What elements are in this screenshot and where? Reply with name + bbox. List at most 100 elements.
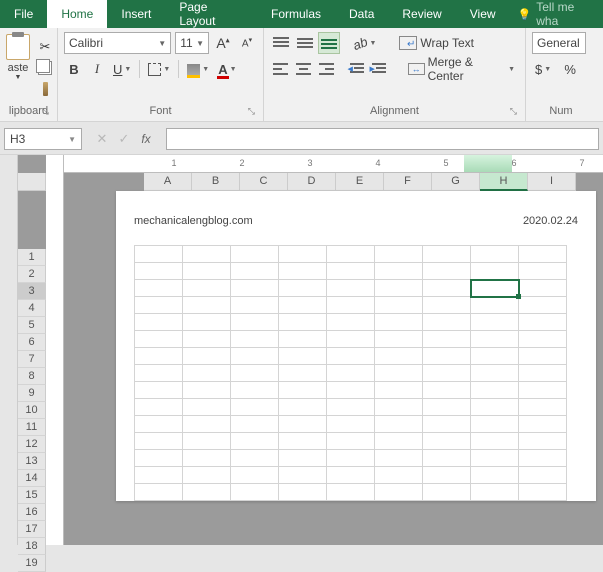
cut-button[interactable]: ✂	[34, 38, 56, 56]
cell[interactable]	[375, 399, 423, 416]
cell[interactable]	[135, 382, 183, 399]
cell-grid[interactable]	[134, 245, 567, 501]
cell[interactable]	[471, 365, 519, 382]
cell[interactable]	[423, 314, 471, 331]
cell[interactable]	[423, 484, 471, 501]
shrink-font-button[interactable]: A▾	[237, 32, 257, 54]
cell[interactable]	[327, 246, 375, 263]
cell[interactable]	[183, 484, 231, 501]
tab-insert[interactable]: Insert	[107, 0, 165, 28]
cell[interactable]	[135, 246, 183, 263]
cell[interactable]	[231, 348, 279, 365]
cell[interactable]	[327, 467, 375, 484]
row-header-4[interactable]: 4	[18, 300, 46, 317]
cell[interactable]	[519, 467, 567, 484]
align-top-button[interactable]	[270, 32, 292, 54]
cell[interactable]	[375, 484, 423, 501]
tell-me-search[interactable]: 💡 Tell me wha	[510, 0, 603, 28]
increase-indent-button[interactable]	[369, 58, 389, 80]
cell[interactable]	[231, 263, 279, 280]
cell[interactable]	[423, 365, 471, 382]
cell[interactable]	[135, 280, 183, 297]
cell[interactable]	[375, 246, 423, 263]
cell[interactable]	[423, 399, 471, 416]
cell[interactable]	[279, 348, 327, 365]
alignment-launcher[interactable]: ⤡	[510, 106, 517, 117]
cell[interactable]	[279, 382, 327, 399]
cell[interactable]	[375, 467, 423, 484]
tab-page-layout[interactable]: Page Layout	[165, 0, 257, 28]
formula-input[interactable]	[166, 128, 599, 150]
cell[interactable]	[183, 416, 231, 433]
align-bottom-button[interactable]	[318, 32, 340, 54]
row-header-8[interactable]: 8	[18, 368, 46, 385]
cell[interactable]	[183, 263, 231, 280]
cell[interactable]	[423, 382, 471, 399]
tab-view[interactable]: View	[456, 0, 510, 28]
cell[interactable]	[135, 365, 183, 382]
cell[interactable]	[519, 297, 567, 314]
font-launcher[interactable]: ⤡	[248, 106, 255, 117]
cell[interactable]	[471, 246, 519, 263]
font-size-combo[interactable]: 11 ▼	[175, 32, 209, 54]
cell[interactable]	[519, 331, 567, 348]
cell[interactable]	[423, 263, 471, 280]
align-middle-button[interactable]	[294, 32, 316, 54]
cell[interactable]	[471, 280, 519, 297]
cell[interactable]	[135, 484, 183, 501]
bold-button[interactable]: B	[64, 58, 84, 80]
cell[interactable]	[327, 433, 375, 450]
cell[interactable]	[327, 348, 375, 365]
cell[interactable]	[375, 280, 423, 297]
orientation-button[interactable]: ab▼	[350, 32, 379, 54]
cell[interactable]	[231, 297, 279, 314]
cell[interactable]	[135, 399, 183, 416]
copy-button[interactable]	[34, 59, 56, 77]
cell[interactable]	[423, 297, 471, 314]
column-header-g[interactable]: G	[432, 173, 480, 191]
cell[interactable]	[519, 450, 567, 467]
borders-button[interactable]: ▼	[145, 58, 173, 80]
cell[interactable]	[471, 399, 519, 416]
cell[interactable]	[183, 450, 231, 467]
row-header-18[interactable]: 18	[18, 538, 46, 555]
cell[interactable]	[471, 348, 519, 365]
cell[interactable]	[327, 365, 375, 382]
cell[interactable]	[231, 467, 279, 484]
cell[interactable]	[135, 297, 183, 314]
cell[interactable]	[423, 348, 471, 365]
cancel-formula-button[interactable]: ✕	[92, 128, 112, 150]
column-header-d[interactable]: D	[288, 173, 336, 191]
cell[interactable]	[279, 399, 327, 416]
column-header-a[interactable]: A	[144, 173, 192, 191]
select-all-button[interactable]	[18, 173, 46, 191]
cell[interactable]	[327, 416, 375, 433]
cell[interactable]	[279, 433, 327, 450]
cell[interactable]	[231, 365, 279, 382]
cell[interactable]	[519, 433, 567, 450]
row-header-15[interactable]: 15	[18, 487, 46, 504]
row-header-12[interactable]: 12	[18, 436, 46, 453]
cell[interactable]	[135, 433, 183, 450]
cell[interactable]	[471, 450, 519, 467]
tab-formulas[interactable]: Formulas	[257, 0, 335, 28]
font-color-button[interactable]: A▼	[215, 58, 239, 80]
row-header-1[interactable]: 1	[18, 249, 46, 266]
format-painter-button[interactable]	[34, 80, 56, 98]
cell[interactable]	[423, 450, 471, 467]
row-header-14[interactable]: 14	[18, 470, 46, 487]
fill-color-button[interactable]: ▼	[184, 58, 212, 80]
cell[interactable]	[231, 450, 279, 467]
cell[interactable]	[279, 416, 327, 433]
cell[interactable]	[183, 314, 231, 331]
align-right-button[interactable]	[316, 58, 337, 80]
cell[interactable]	[423, 416, 471, 433]
cell[interactable]	[519, 365, 567, 382]
insert-function-button[interactable]: fx	[136, 128, 156, 150]
cell[interactable]	[279, 263, 327, 280]
cell[interactable]	[279, 365, 327, 382]
clipboard-launcher[interactable]: ⤡	[42, 106, 49, 117]
cell[interactable]	[135, 331, 183, 348]
cell[interactable]	[183, 382, 231, 399]
cell[interactable]	[231, 399, 279, 416]
